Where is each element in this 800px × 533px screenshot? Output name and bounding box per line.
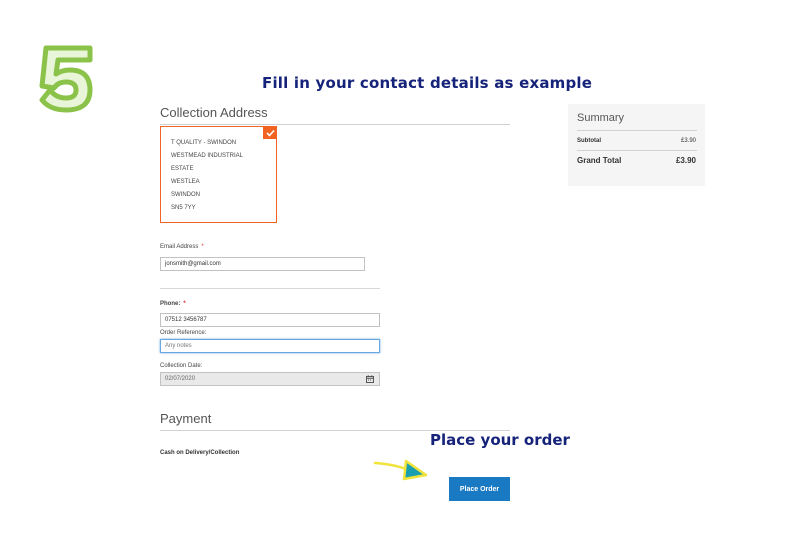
email-label: Email Address * [160, 244, 204, 250]
collection-date-field[interactable]: 02/07/2020 [160, 372, 380, 386]
address-line: WESTMEAD INDUSTRIAL [171, 153, 244, 159]
address-line: SWINDON [171, 192, 200, 198]
grand-total-label: Grand Total [577, 156, 622, 165]
phone-label: Phone: * [160, 301, 186, 307]
collection-date-value: 02/07/2020 [165, 376, 196, 382]
place-order-button[interactable]: Place Order [449, 477, 510, 501]
email-field[interactable]: jonsmith@gmail.com [160, 257, 365, 271]
summary-title: Summary [577, 112, 625, 124]
email-value: jonsmith@gmail.com [165, 261, 221, 267]
payment-title: Payment [160, 411, 212, 426]
form-divider [160, 288, 380, 289]
address-lines: T QUALITY - SWINDON WESTMEAD INDUSTRIAL … [171, 137, 243, 215]
place-order-callout: Place your order [430, 431, 570, 449]
arrow-icon [373, 459, 428, 481]
collection-address-rule [160, 124, 510, 125]
summary-rule [577, 150, 697, 151]
address-line: SN5 7YY [171, 205, 196, 211]
grand-total-value: £3.90 [675, 156, 696, 165]
required-marker: * [201, 244, 204, 250]
phone-value: 07512 3456787 [165, 317, 207, 323]
address-line: ESTATE [171, 166, 194, 172]
order-reference-label: Order Reference: [160, 330, 207, 336]
order-reference-placeholder: Any notes [165, 343, 192, 349]
calendar-icon[interactable] [361, 373, 379, 385]
required-marker: * [183, 301, 186, 307]
step-number-graphic [39, 45, 93, 113]
collection-address-title: Collection Address [160, 105, 268, 120]
collection-date-label: Collection Date: [160, 363, 203, 369]
phone-field[interactable]: 07512 3456787 [160, 313, 380, 327]
address-line: WESTLEA [171, 179, 200, 185]
address-line: T QUALITY - SWINDON [171, 140, 237, 146]
checkmark-icon [263, 126, 277, 139]
address-card-selected[interactable]: T QUALITY - SWINDON WESTMEAD INDUSTRIAL … [160, 126, 277, 223]
payment-method-label: Cash on Delivery/Collection [160, 450, 240, 456]
instruction-title: Fill in your contact details as example [262, 74, 593, 92]
subtotal-value: £3.90 [680, 138, 696, 144]
summary-rule [577, 130, 697, 131]
order-reference-field[interactable]: Any notes [160, 339, 380, 353]
order-summary: Summary Subtotal £3.90 Grand Total £3.90 [568, 104, 705, 186]
subtotal-label: Subtotal [577, 138, 601, 144]
